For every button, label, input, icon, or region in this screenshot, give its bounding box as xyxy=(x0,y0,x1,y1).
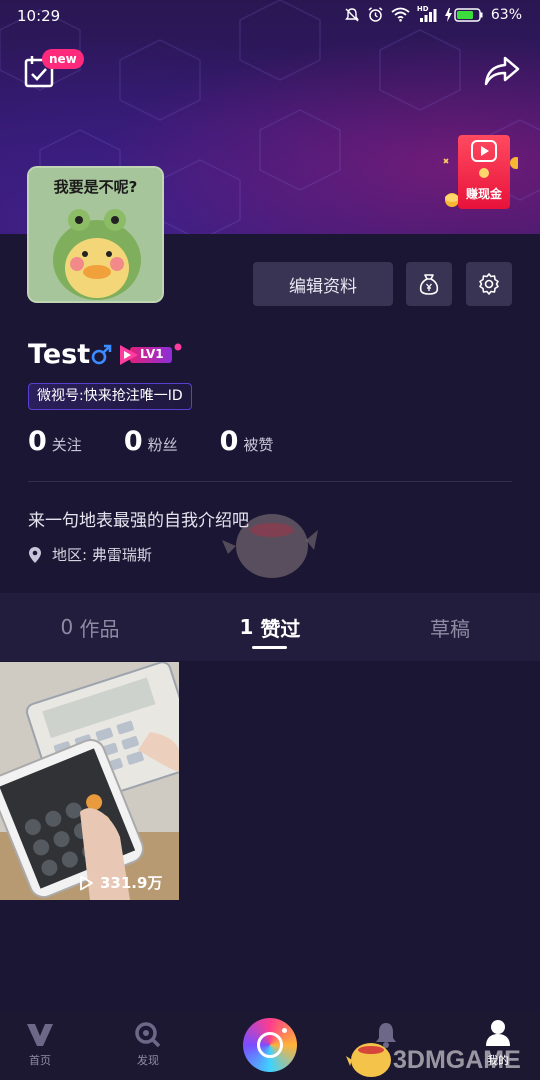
watermark-text: 3DMGAME xyxy=(393,1046,521,1074)
profile-region: 地区: 弗雷瑞斯 xyxy=(28,544,152,565)
status-bar: 10:29 HD 63% xyxy=(0,0,540,34)
region-label: 地区: xyxy=(52,546,88,564)
camera-dot xyxy=(282,1028,287,1033)
status-icons: HD 63% xyxy=(344,5,522,23)
stat-label: 关注 xyxy=(51,436,82,454)
weishi-id-value: 快来抢注唯一ID xyxy=(83,388,183,404)
nav-home[interactable]: 首页 xyxy=(0,1010,80,1080)
mute-bell-icon xyxy=(344,7,359,21)
battery-percent: 63% xyxy=(490,6,522,23)
play-logo-icon xyxy=(471,140,497,178)
share-button[interactable] xyxy=(484,54,520,88)
nav-discover-label: 发现 xyxy=(137,1054,159,1067)
stat-number: 0 xyxy=(219,426,239,457)
video-thumbnail-image xyxy=(0,662,179,900)
tab-label: 作品 xyxy=(79,616,120,641)
stat-followers[interactable]: 0 粉丝 xyxy=(124,426,178,457)
nav-home-label: 首页 xyxy=(29,1054,51,1067)
share-arrow-icon xyxy=(484,56,520,86)
region-text: 地区: 弗雷瑞斯 xyxy=(52,544,152,565)
signal-icon: HD xyxy=(417,5,437,23)
content-tabs: 0 作品 1 赞过 草稿 xyxy=(0,593,540,661)
region-value: 弗雷瑞斯 xyxy=(91,546,152,564)
nav-discover[interactable]: 发现 xyxy=(108,1010,188,1080)
profile-bio[interactable]: 来一句地表最强的自我介绍吧 xyxy=(28,506,249,531)
home-v-icon xyxy=(27,1024,53,1046)
wallet-button[interactable] xyxy=(406,262,452,306)
stat-number: 0 xyxy=(123,426,143,457)
play-count-text: 331.9万 xyxy=(100,874,163,892)
status-time: 10:29 xyxy=(17,7,61,25)
watermark-mascot-icon xyxy=(346,1043,391,1077)
active-tab-indicator xyxy=(252,646,287,649)
location-pin-icon xyxy=(29,546,41,563)
earn-cash-label: 赚现金 xyxy=(465,187,502,201)
tab-label: 赞过 xyxy=(260,616,301,641)
play-icon xyxy=(80,875,93,890)
username: Test xyxy=(28,339,91,370)
level-label: LV1 xyxy=(140,347,164,361)
money-bag-icon xyxy=(419,274,439,295)
tab-liked[interactable]: 1 赞过 xyxy=(210,593,330,661)
alarm-icon xyxy=(368,7,383,22)
settings-button[interactable] xyxy=(466,262,512,306)
earn-cash-promo[interactable]: 赚现金 xyxy=(438,133,518,213)
tab-label: 草稿 xyxy=(430,616,470,641)
profile-person-icon xyxy=(486,1020,510,1046)
mascot-sticker-icon xyxy=(222,514,318,578)
video-play-count: 331.9万 xyxy=(78,872,162,893)
gear-icon xyxy=(479,273,499,295)
tab-works[interactable]: 0 作品 xyxy=(30,593,150,661)
divider xyxy=(28,481,512,482)
weishi-id-prefix: 微视号: xyxy=(37,388,84,404)
discover-search-icon xyxy=(135,1022,161,1048)
avatar[interactable]: 我要是不呢? xyxy=(27,166,164,303)
male-gender-icon xyxy=(91,344,112,365)
stat-label: 被赞 xyxy=(243,436,274,454)
avatar-caption: 我要是不呢? xyxy=(53,178,138,196)
new-badge: new xyxy=(42,49,84,69)
video-thumbnail[interactable] xyxy=(0,662,179,900)
stat-likes-received[interactable]: 0 被赞 xyxy=(220,426,274,457)
tab-count: 1 xyxy=(239,615,254,639)
tab-drafts[interactable]: 草稿 xyxy=(390,593,510,661)
stat-label: 粉丝 xyxy=(147,436,178,454)
edit-profile-button[interactable]: 编辑资料 xyxy=(253,262,393,306)
wifi-icon xyxy=(391,7,410,22)
stat-following[interactable]: 0 关注 xyxy=(28,426,82,457)
profile-stats: 0 关注 0 粉丝 0 被赞 xyxy=(28,426,315,457)
stat-number: 0 xyxy=(28,426,47,457)
weishi-id-badge[interactable]: 微视号:快来抢注唯一ID xyxy=(28,383,192,410)
battery-icon xyxy=(444,7,483,22)
camera-lens-icon xyxy=(257,1032,283,1058)
tab-count: 0 xyxy=(60,615,74,639)
camera-record-button[interactable] xyxy=(243,1018,297,1072)
